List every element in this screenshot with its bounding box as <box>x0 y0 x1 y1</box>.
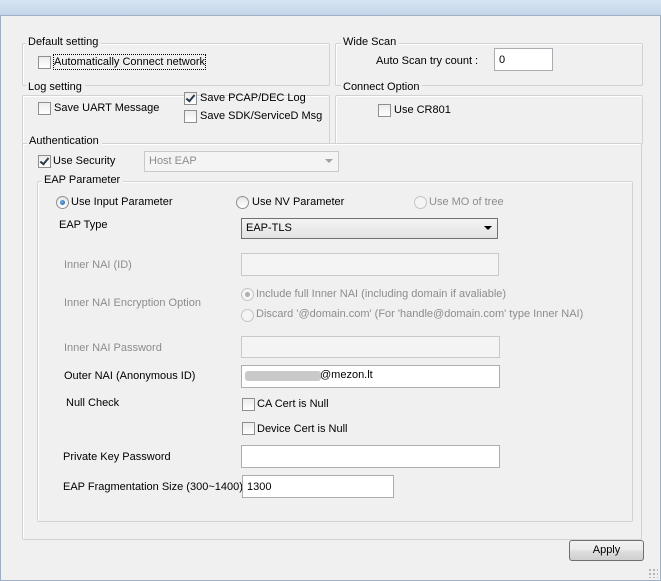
eap-fragmentation-size-input[interactable]: 1300 <box>242 475 394 498</box>
outer-nai-label: Outer NAI (Anonymous ID) <box>64 370 196 382</box>
private-key-password-input[interactable] <box>241 445 500 468</box>
save-uart-label[interactable]: Save UART Message <box>54 101 159 115</box>
eap-fragmentation-size-label: EAP Fragmentation Size (300~1400) <box>63 481 243 493</box>
ca-cert-null-checkbox[interactable] <box>242 398 255 411</box>
eap-type-combo[interactable]: EAP-TLS <box>241 218 498 239</box>
chevron-down-icon <box>325 159 333 163</box>
use-mo-tree-radio[interactable] <box>414 196 427 209</box>
device-cert-null-label[interactable]: Device Cert is Null <box>257 422 347 436</box>
auto-scan-label: Auto Scan try count : <box>376 55 479 67</box>
inner-nai-label: Inner NAI (ID) <box>64 259 132 271</box>
use-security-checkbox[interactable] <box>38 155 51 168</box>
save-uart-checkbox[interactable] <box>38 102 51 115</box>
log-setting-title: Log setting <box>26 81 85 94</box>
device-cert-null-checkbox[interactable] <box>242 422 255 435</box>
wide-scan-title: Wide Scan <box>341 36 400 49</box>
auto-scan-count-input[interactable]: 0 <box>494 48 553 71</box>
inner-nai-input[interactable] <box>241 253 499 276</box>
outer-nai-value: @mezon.lt <box>320 369 373 381</box>
use-input-parameter-label[interactable]: Use Input Parameter <box>71 195 173 209</box>
default-setting-title: Default setting <box>26 36 102 49</box>
ca-cert-null-label[interactable]: CA Cert is Null <box>257 397 329 411</box>
use-cr801-checkbox[interactable] <box>378 104 391 117</box>
save-pcap-label[interactable]: Save PCAP/DEC Log <box>200 91 306 105</box>
connect-option-group <box>335 95 643 145</box>
private-key-password-label: Private Key Password <box>63 451 171 463</box>
use-mo-tree-label[interactable]: Use MO of tree <box>429 195 504 209</box>
window-title-strip <box>0 0 661 16</box>
inner-nai-password-input[interactable] <box>241 336 500 358</box>
security-mode-combo[interactable]: Host EAP <box>144 151 339 172</box>
null-check-label: Null Check <box>66 397 120 409</box>
redacted-overlay <box>245 371 321 381</box>
discard-domain-label[interactable]: Discard '@domain.com' (For 'handle@domai… <box>256 307 583 321</box>
chevron-down-icon <box>484 226 492 230</box>
inner-nai-encryption-label: Inner NAI Encryption Option <box>64 297 201 309</box>
auto-connect-label[interactable]: Automatically Connect network <box>52 54 207 70</box>
settings-dialog: Default setting Automatically Connect ne… <box>0 15 661 581</box>
use-input-parameter-radio[interactable] <box>56 196 69 209</box>
save-sdk-label[interactable]: Save SDK/ServiceD Msg <box>200 109 322 123</box>
use-nv-parameter-radio[interactable] <box>236 196 249 209</box>
eap-parameter-title: EAP Parameter <box>42 174 124 187</box>
use-security-label[interactable]: Use Security <box>53 154 115 168</box>
save-sdk-checkbox[interactable] <box>184 110 197 123</box>
discard-domain-radio[interactable] <box>241 309 254 322</box>
eap-type-label: EAP Type <box>59 219 108 231</box>
apply-button[interactable]: Apply <box>569 540 644 561</box>
security-mode-value: Host EAP <box>149 155 197 167</box>
inner-nai-password-label: Inner NAI Password <box>64 342 162 354</box>
use-cr801-label[interactable]: Use CR801 <box>394 103 451 117</box>
authentication-title: Authentication <box>27 135 102 148</box>
eap-type-value: EAP-TLS <box>246 222 292 234</box>
connect-option-title: Connect Option <box>341 81 423 94</box>
include-full-inner-nai-radio[interactable] <box>241 288 254 301</box>
include-full-inner-nai-label[interactable]: Include full Inner NAI (including domain… <box>256 287 506 301</box>
save-pcap-checkbox[interactable] <box>184 92 197 105</box>
resize-grip-icon[interactable] <box>648 568 658 578</box>
use-nv-parameter-label[interactable]: Use NV Parameter <box>252 195 344 209</box>
auto-connect-checkbox[interactable] <box>38 56 51 69</box>
